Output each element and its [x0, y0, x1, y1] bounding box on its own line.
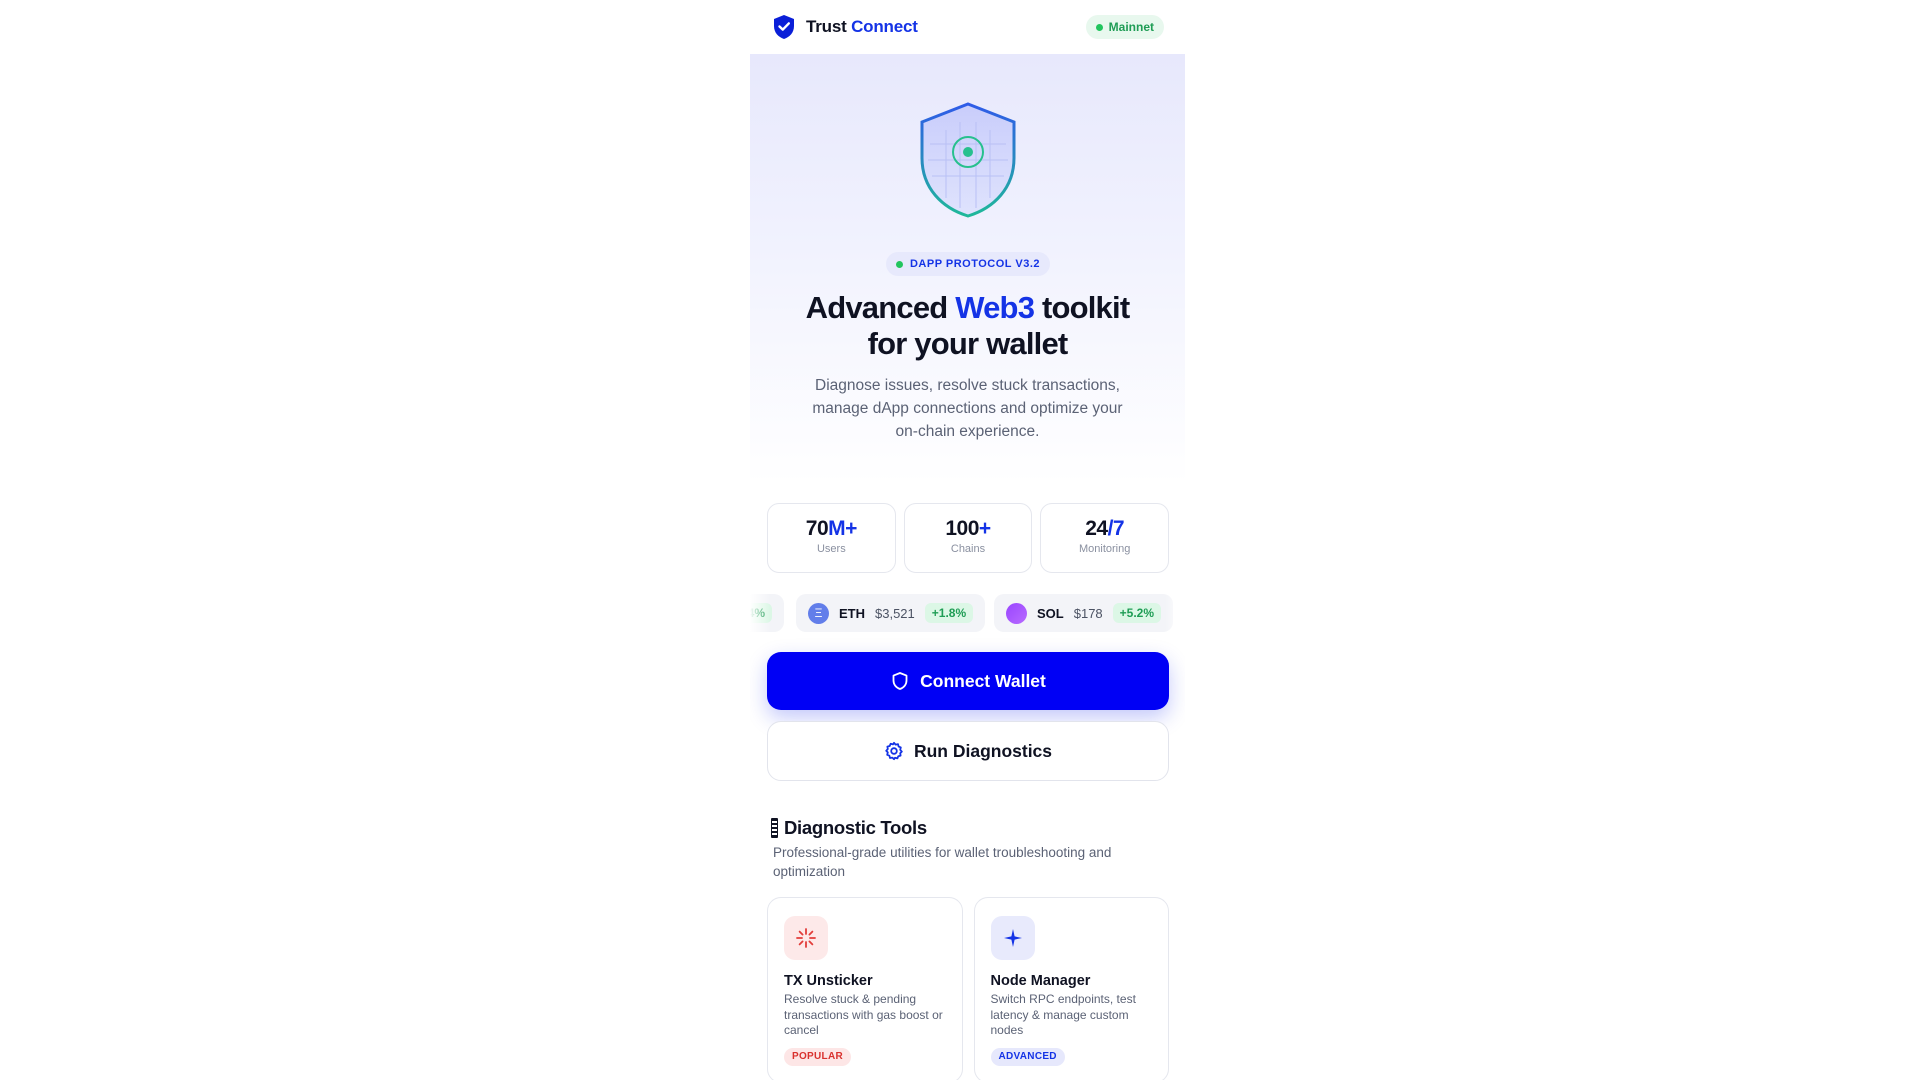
stats-row: 70M+ Users 100+ Chains 24/7 Monitoring [767, 503, 1170, 573]
tool-cards: TX Unsticker Resolve stuck & pending tra… [767, 897, 1169, 1080]
ticker-price: $3,521 [875, 605, 915, 621]
four-point-star-glyph [1003, 929, 1022, 947]
brand-name-accent: Connect [851, 17, 918, 36]
hero-title-part1: Advanced [805, 290, 956, 325]
stat-card-users: 70M+ Users [767, 503, 896, 573]
shield-check-logo-icon [774, 15, 794, 39]
protocol-status-dot [895, 260, 903, 268]
run-diagnostics-label: Run Diagnostics [913, 740, 1053, 761]
stat-card-chains: 100+ Chains [903, 503, 1033, 573]
ticker-symbol: SOL [1037, 605, 1064, 621]
top-bar: Trust Connect Mainnet [750, 0, 1185, 54]
tool-card-tx-unsticker[interactable]: TX Unsticker Resolve stuck & pending tra… [767, 897, 963, 1080]
sol-icon [1006, 602, 1027, 624]
hero-title-part2: toolkit [1034, 290, 1130, 325]
network-name: Mainnet [1108, 20, 1154, 34]
stat-value-suffix: + [978, 517, 991, 540]
price-ticker: 4% Ξ ETH $3,521 +1.8% SOL $178 +5.2% [750, 594, 1185, 632]
shield-icon [892, 672, 908, 690]
tools-section-title: Diagnostic Tools [771, 817, 927, 839]
security-shield-illustration [920, 102, 1016, 218]
brand-name-primary: Trust [806, 17, 847, 36]
stat-label: Chains [950, 543, 986, 555]
ticker-item-sol: SOL $178 +5.2% [994, 594, 1174, 632]
tool-card-tag: ADVANCED [990, 1047, 1065, 1066]
hero-title: Advanced Web3 toolkit for your wallet [750, 290, 1185, 362]
ticker-price: $178 [1073, 605, 1103, 621]
ticker-change: +5.2% [1112, 603, 1162, 623]
tool-card-title: Node Manager [990, 973, 1091, 989]
run-diagnostics-button[interactable]: Run Diagnostics [767, 721, 1169, 781]
hero-section: DAPP PROTOCOL V3.2 Advanced Web3 toolkit… [750, 54, 1185, 484]
network-status-dot [1095, 23, 1103, 31]
stat-value: 100+ [905, 517, 1032, 541]
stat-value-number: 70 [805, 517, 829, 540]
four-point-star-icon [990, 916, 1035, 960]
brand-name: Trust Connect [806, 17, 918, 37]
tool-card-description: Switch RPC endpoints, test latency & man… [990, 992, 1136, 1037]
spark-burst-glyph [796, 928, 816, 948]
stat-value: 24/7 [1041, 517, 1168, 541]
hero-title-accent: Web3 [955, 290, 1035, 325]
stat-value: 70M+ [768, 517, 895, 541]
stat-label: Monitoring [1079, 543, 1131, 555]
stat-label: Users [816, 543, 846, 555]
tool-card-node-manager[interactable]: Node Manager Switch RPC endpoints, test … [973, 897, 1169, 1080]
ticker-fade-right [1165, 594, 1185, 632]
stat-value-number: 100 [945, 517, 979, 540]
connect-wallet-label: Connect Wallet [920, 670, 1046, 691]
stat-value-suffix: M+ [828, 517, 857, 540]
stat-value-number: 24 [1085, 517, 1108, 540]
ticker-fade-left [750, 594, 770, 632]
gear-icon [885, 741, 903, 761]
tool-card-title: TX Unsticker [784, 973, 873, 989]
ticker-symbol: ETH [839, 605, 865, 621]
hero-title-line2: for your wallet [867, 326, 1069, 361]
tools-section-title-text: Diagnostic Tools [784, 817, 927, 838]
stat-value-suffix: /7 [1107, 517, 1125, 540]
stat-card-monitoring: 24/7 Monitoring [1040, 503, 1170, 573]
tool-card-description: Resolve stuck & pending transactions wit… [784, 992, 943, 1037]
hero-subtitle: Diagnose issues, resolve stuck transacti… [812, 377, 1123, 440]
eth-icon: Ξ [808, 602, 829, 624]
spark-burst-icon [784, 916, 828, 960]
protocol-label: DAPP PROTOCOL V3.2 [909, 258, 1041, 270]
tool-card-tag: POPULAR [784, 1047, 851, 1066]
tools-section-subtitle: Professional-grade utilities for wallet … [773, 845, 1112, 879]
section-bar-icon [771, 818, 778, 838]
protocol-version-pill: DAPP PROTOCOL V3.2 [886, 252, 1050, 276]
network-status-badge[interactable]: Mainnet [1085, 15, 1164, 39]
connect-wallet-button[interactable]: Connect Wallet [767, 652, 1169, 710]
ticker-change: +1.8% [924, 603, 974, 623]
brand[interactable]: Trust Connect [772, 14, 918, 40]
app-frame: Trust Connect Mainnet DAPP PROTOCOL V3.2… [750, 0, 1185, 1080]
ticker-item-eth: Ξ ETH $3,521 +1.8% [796, 594, 986, 632]
